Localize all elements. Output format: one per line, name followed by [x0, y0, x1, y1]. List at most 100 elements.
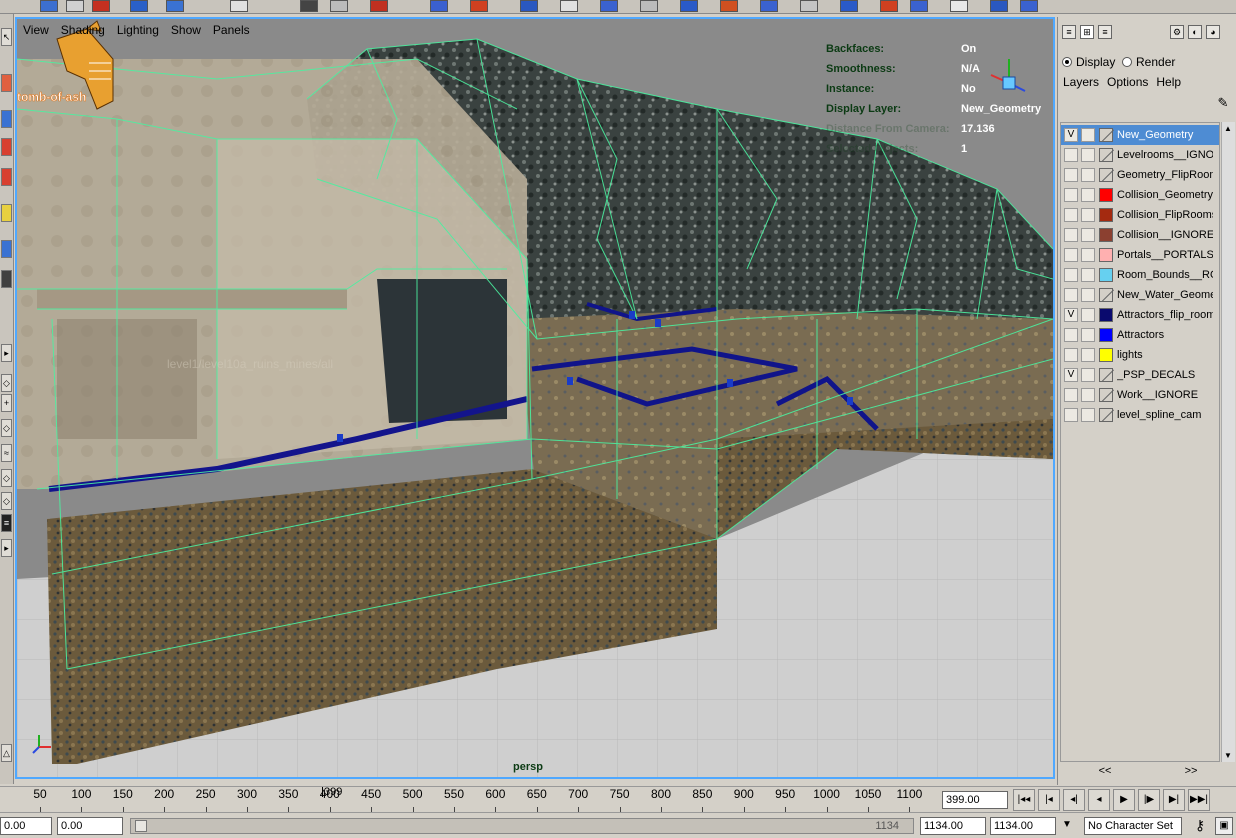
layer-visibility-toggle[interactable]	[1064, 288, 1078, 302]
layer-color-swatch[interactable]	[1099, 168, 1113, 182]
layout-side-button[interactable]: +	[1, 394, 12, 412]
shelf-icon[interactable]	[520, 0, 538, 12]
shelf-icon[interactable]	[990, 0, 1008, 12]
shelf-icon[interactable]	[560, 0, 578, 12]
layer-playback-toggle[interactable]	[1081, 228, 1095, 242]
layer-row[interactable]: Levelrooms__IGNORE	[1061, 145, 1219, 165]
shelf-icon[interactable]	[430, 0, 448, 12]
layer-row[interactable]: New_Water_Geometry	[1061, 285, 1219, 305]
layer-editor-icon[interactable]: ⊞	[1080, 25, 1094, 39]
character-set-field[interactable]: No Character Set	[1084, 817, 1182, 835]
layer-row[interactable]: Portals__PORTALS	[1061, 245, 1219, 265]
layer-color-swatch[interactable]	[1099, 388, 1113, 402]
range-slider-handle[interactable]	[135, 820, 147, 832]
layer-visibility-toggle[interactable]: V	[1064, 368, 1078, 382]
new-layer-icon[interactable]: ✎	[1214, 95, 1232, 113]
playback-end-field[interactable]: 1134.00	[920, 817, 986, 835]
layer-color-swatch[interactable]	[1099, 308, 1113, 322]
layer-playback-toggle[interactable]	[1081, 328, 1095, 342]
menu-shading[interactable]: Shading	[61, 23, 105, 39]
layer-row[interactable]: Collision_FlipRooms	[1061, 205, 1219, 225]
go-to-end-button[interactable]: ▶▶|	[1188, 789, 1210, 811]
shelf-icon[interactable]	[370, 0, 388, 12]
manipulator-tool-button[interactable]	[1, 204, 12, 222]
last-tool-button[interactable]	[1, 270, 12, 288]
shelf-icon[interactable]	[300, 0, 318, 12]
layer-color-swatch[interactable]	[1099, 188, 1113, 202]
menu-view[interactable]: View	[23, 23, 49, 39]
layer-playback-toggle[interactable]	[1081, 208, 1095, 222]
layer-playback-toggle[interactable]	[1081, 368, 1095, 382]
shelf-icon[interactable]	[330, 0, 348, 12]
shelf-icon[interactable]	[840, 0, 858, 12]
shelf-icon[interactable]	[950, 0, 968, 12]
layout-hypergraph-button[interactable]: ◇	[1, 492, 12, 510]
menu-show[interactable]: Show	[171, 23, 201, 39]
layer-playback-toggle[interactable]	[1081, 188, 1095, 202]
layout-custom-button[interactable]: ▸	[1, 539, 12, 557]
layer-row[interactable]: Collision_Geometry	[1061, 185, 1219, 205]
tool-settings-icon[interactable]: ⚙	[1170, 25, 1184, 39]
layout-four-button[interactable]: ◇	[1, 374, 12, 392]
layer-visibility-toggle[interactable]	[1064, 168, 1078, 182]
time-slider[interactable]: 50 100 150 200 250 300 350 400 450 500 550 600 650 70…	[0, 786, 1236, 813]
layer-color-swatch[interactable]	[1099, 328, 1113, 342]
current-frame-field[interactable]: 399.00	[942, 791, 1008, 809]
select-tool-button[interactable]: ↖	[1, 28, 12, 46]
play-backwards-button[interactable]: ◂	[1088, 789, 1110, 811]
menu-options[interactable]: Options	[1107, 75, 1148, 89]
layer-color-swatch[interactable]	[1099, 148, 1113, 162]
shelf-icon[interactable]	[470, 0, 488, 12]
shelf-icon[interactable]	[910, 0, 928, 12]
layout-extra-button[interactable]: △	[1, 744, 12, 762]
shelf-icon[interactable]	[880, 0, 898, 12]
layer-visibility-toggle[interactable]: V	[1064, 128, 1078, 142]
layer-playback-toggle[interactable]	[1081, 348, 1095, 362]
play-forwards-button[interactable]: ▶	[1113, 789, 1135, 811]
character-set-dropdown-icon[interactable]: ▼	[1062, 819, 1072, 830]
menu-help[interactable]: Help	[1156, 75, 1181, 89]
shelf-icon[interactable]	[760, 0, 778, 12]
go-to-start-button[interactable]: |◂◂	[1013, 789, 1035, 811]
scale-tool-button[interactable]	[1, 168, 12, 186]
layer-color-swatch[interactable]	[1099, 208, 1113, 222]
layer-row[interactable]: Geometry_FlipRooms	[1061, 165, 1219, 185]
rotate-tool-button[interactable]	[1, 138, 12, 156]
render-icon[interactable]: ◐	[1188, 25, 1202, 39]
menu-panels[interactable]: Panels	[213, 23, 250, 39]
step-forward-key-button[interactable]: ▶|	[1163, 789, 1185, 811]
layout-outliner-button[interactable]: ◇	[1, 469, 12, 487]
layer-color-swatch[interactable]	[1099, 288, 1113, 302]
layer-color-swatch[interactable]	[1099, 348, 1113, 362]
auto-key-icon[interactable]: ⚷	[1190, 817, 1210, 835]
step-back-key-button[interactable]: |◂	[1038, 789, 1060, 811]
layout-graph-button[interactable]: ≈	[1, 444, 12, 462]
layer-color-swatch[interactable]	[1099, 368, 1113, 382]
playback-start-field[interactable]: 0.00	[57, 817, 123, 835]
layer-row[interactable]: level_spline_cam	[1061, 405, 1219, 425]
animation-end-field[interactable]: 1134.00	[990, 817, 1056, 835]
layer-visibility-toggle[interactable]	[1064, 248, 1078, 262]
layer-row[interactable]: V Attractors_flip_rooms	[1061, 305, 1219, 325]
layer-visibility-toggle[interactable]	[1064, 328, 1078, 342]
animation-start-field[interactable]: 0.00	[0, 817, 52, 835]
layout-stack-button[interactable]: ◇	[1, 419, 12, 437]
shelf-icon[interactable]	[800, 0, 818, 12]
layer-playback-toggle[interactable]	[1081, 128, 1095, 142]
layer-color-swatch[interactable]	[1099, 128, 1113, 142]
render-radio[interactable]: Render	[1122, 55, 1175, 69]
layer-playback-toggle[interactable]	[1081, 248, 1095, 262]
layer-row[interactable]: Attractors	[1061, 325, 1219, 345]
shelf-icon[interactable]	[130, 0, 148, 12]
display-radio[interactable]: Display	[1062, 55, 1115, 69]
layer-visibility-toggle[interactable]	[1064, 228, 1078, 242]
menu-layers[interactable]: Layers	[1063, 75, 1099, 89]
animation-preferences-icon[interactable]: ▣	[1215, 817, 1233, 835]
layer-row[interactable]: Room_Bounds__ROOMS	[1061, 265, 1219, 285]
layer-playback-toggle[interactable]	[1081, 148, 1095, 162]
shelf-icon[interactable]	[92, 0, 110, 12]
layer-color-swatch[interactable]	[1099, 268, 1113, 282]
attribute-icon[interactable]: ≡	[1098, 25, 1112, 39]
step-back-frame-button[interactable]: ◂|	[1063, 789, 1085, 811]
shelf-icon[interactable]	[1020, 0, 1038, 12]
